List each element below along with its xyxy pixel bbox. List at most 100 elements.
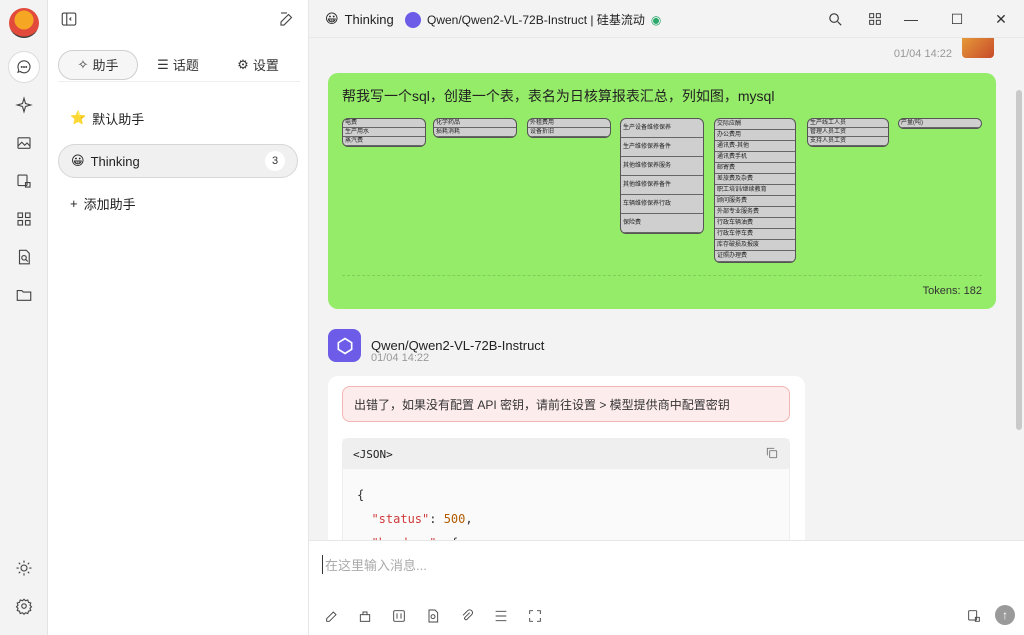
- expand-icon[interactable]: [525, 607, 545, 625]
- code-number: 500: [443, 512, 466, 526]
- minimize-button[interactable]: —: [888, 0, 934, 38]
- image-table-cell: 库存破损及报废: [715, 240, 795, 251]
- assistant-title[interactable]: 😀 Thinking: [325, 11, 394, 27]
- files-nav-icon[interactable]: [8, 279, 40, 311]
- sidebar-toggle-icon[interactable]: [60, 10, 78, 28]
- image-table-cell: 行政车辆油费: [715, 218, 795, 229]
- tab-settings[interactable]: ⚙ 设置: [218, 50, 298, 80]
- plugin-icon[interactable]: [355, 607, 375, 625]
- theme-toggle-icon[interactable]: [8, 552, 40, 584]
- image-table: 外租费用 设备折旧: [527, 118, 611, 138]
- send-button[interactable]: ↑: [995, 605, 1015, 625]
- eye-icon: ◉: [650, 12, 662, 27]
- emoji-icon: 😀: [71, 153, 85, 168]
- close-button[interactable]: ✕: [978, 0, 1024, 38]
- code-header: <JSON>: [343, 439, 789, 469]
- image-table: 交际应酬 办公费用 通讯费-其他 通讯费手机 邮寄费 差旅费及杂费 职工培训/继续教育 顾问服…: [714, 118, 796, 263]
- list-icon: ☰: [157, 56, 169, 72]
- assistant-label: 默认助手: [92, 111, 145, 127]
- agents-nav-icon[interactable]: [8, 89, 40, 121]
- knowledge-nav-icon[interactable]: [8, 241, 40, 273]
- code-language: <JSON>: [353, 447, 393, 461]
- assistant-item-default[interactable]: ⭐ 默认助手: [58, 101, 298, 135]
- assistant-panel: ✧ 助手 ☰ 话题 ⚙ 设置 ⭐ 默认助手 😀 Thinking 3 + 添加助…: [48, 0, 309, 635]
- token-count: Tokens: 182: [922, 285, 982, 297]
- new-topic-icon[interactable]: [278, 10, 296, 28]
- image-table-cell: 其他维修保养备件: [621, 176, 703, 195]
- assistant-name: Thinking: [344, 11, 394, 27]
- settings-nav-icon[interactable]: [8, 590, 40, 622]
- image-table: 生产线工人员 管理人员工资 支持人员工资: [807, 118, 889, 147]
- image-table: 产量(吨): [898, 118, 982, 129]
- image-table-cell: 外部专业服务费: [715, 207, 795, 218]
- tab-assistants[interactable]: ✧ 助手: [58, 49, 138, 80]
- user-avatar[interactable]: [9, 8, 39, 38]
- image-table-cell: 其他维修保养服务: [621, 157, 703, 176]
- assistant-item-thinking[interactable]: 😀 Thinking 3: [58, 144, 298, 178]
- image-table-cell: 生产维修保养备件: [621, 138, 703, 157]
- add-assistant-label: 添加助手: [83, 196, 136, 212]
- image-table-cell: 生产用水: [343, 128, 425, 137]
- image-table-cell: 生产线工人员: [808, 119, 888, 128]
- image-table-cell: 行政车停车费: [715, 229, 795, 240]
- image-table-cell: 交际应酬: [715, 119, 795, 130]
- chat-area: 01/04 14:22 帮我写一个sql，创建一个表，表名为日核算报表汇总，列如…: [309, 38, 1024, 540]
- image-table: 化学药品 损耗消耗: [433, 118, 517, 138]
- tab-label: 话题: [172, 58, 199, 73]
- clear-context-icon[interactable]: [491, 607, 511, 625]
- bot-header: Qwen/Qwen2-VL-72B-Instruct: [328, 329, 544, 362]
- code-line: "status": [371, 512, 430, 526]
- tab-label: 设置: [252, 58, 279, 73]
- divider: [342, 275, 982, 276]
- image-table-cell: 损耗消耗: [434, 128, 516, 137]
- apps-nav-icon[interactable]: [8, 203, 40, 235]
- chat-nav-icon[interactable]: [8, 51, 40, 83]
- topic-count-badge: 3: [265, 151, 285, 171]
- settings-sliders-icon[interactable]: [389, 607, 409, 625]
- scrollbar[interactable]: [1016, 90, 1022, 430]
- image-table-cell: 邮寄费: [715, 163, 795, 174]
- image-table-cell: 办公费用: [715, 130, 795, 141]
- image-table-cell: 车辆维修保养行政: [621, 195, 703, 214]
- message-input[interactable]: 在这里输入消息...: [322, 555, 427, 574]
- qwen-logo-icon: [405, 11, 421, 28]
- left-rail: [0, 0, 48, 635]
- copy-icon[interactable]: [765, 446, 779, 463]
- image-table-cell: 设备折旧: [528, 128, 610, 137]
- knowledge-search-icon[interactable]: [423, 607, 443, 625]
- plus-icon: +: [70, 195, 78, 211]
- image-table-cell: 职工培训/继续教育: [715, 185, 795, 196]
- sparkle-icon: ✧: [77, 56, 89, 72]
- image-table-cell: 通讯费手机: [715, 152, 795, 163]
- gear-icon: ⚙: [237, 56, 249, 72]
- image-table-cell: 外租费用: [528, 119, 610, 128]
- model-selector[interactable]: Qwen/Qwen2-VL-72B-Instruct | 硅基流动 ◉: [405, 11, 661, 28]
- image-table-cell: 差旅费及杂费: [715, 174, 795, 185]
- image-table: 生产设备维修保养 生产维修保养备件 其他维修保养服务 其他维修保养备件 车辆维修保养行政…: [620, 118, 704, 234]
- tab-topics[interactable]: ☰ 话题: [138, 50, 218, 80]
- bot-name: Qwen/Qwen2-VL-72B-Instruct: [371, 338, 545, 353]
- message-input-area: 在这里输入消息... ↑: [309, 540, 1024, 635]
- image-table-cell: 证照办理费: [715, 251, 795, 262]
- image-table: 电费 生产用水 蒸汽费: [342, 118, 426, 147]
- add-assistant-button[interactable]: + 添加助手: [58, 186, 298, 220]
- translate-icon[interactable]: [964, 607, 984, 625]
- model-title: Qwen/Qwen2-VL-72B-Instruct | 硅基流动: [427, 13, 645, 27]
- tab-label: 助手: [92, 58, 119, 73]
- bot-reply: 出错了，如果没有配置 API 密钥，请前往设置 > 模型提供商中配置密钥 <JS…: [328, 376, 805, 540]
- emoji-icon: 😀: [325, 11, 339, 26]
- image-table-cell: 保险费: [621, 214, 703, 233]
- attachment-icon[interactable]: [457, 607, 477, 625]
- maximize-button[interactable]: ☐: [934, 0, 980, 38]
- image-nav-icon[interactable]: [8, 127, 40, 159]
- star-icon: ⭐: [70, 110, 87, 125]
- image-table-cell: 蒸汽费: [343, 137, 425, 146]
- image-table-cell: 化学药品: [434, 119, 516, 128]
- image-table-cell: 通讯费-其他: [715, 141, 795, 152]
- image-table-cell: 管理人员工资: [808, 128, 888, 137]
- assistant-label: Thinking: [90, 153, 140, 169]
- image-table-cell: 支持人员工资: [808, 137, 888, 146]
- translate-nav-icon[interactable]: [8, 165, 40, 197]
- new-topic-icon[interactable]: [322, 607, 342, 625]
- code-block: <JSON> { "status": 500, "headers": {: [342, 438, 790, 540]
